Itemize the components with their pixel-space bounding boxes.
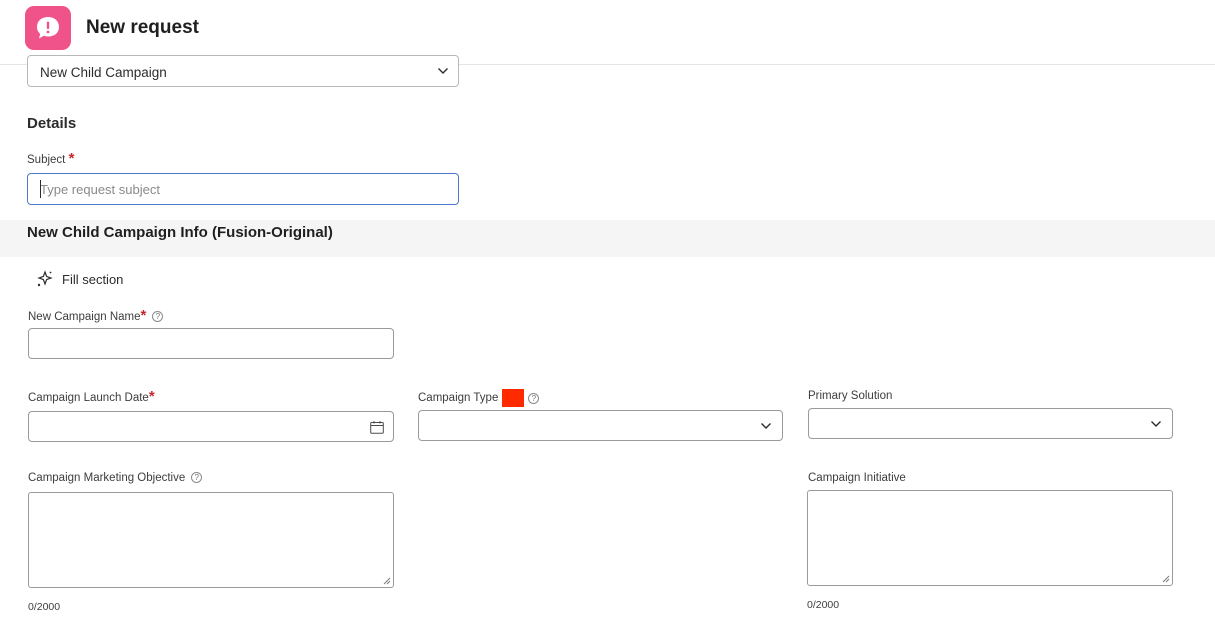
resize-handle-icon[interactable] xyxy=(1162,575,1170,583)
sparkle-icon xyxy=(37,270,53,287)
redacted-swatch xyxy=(502,389,525,407)
initiative-textarea[interactable] xyxy=(807,490,1173,586)
launch-date-label: Campaign Launch Date* xyxy=(28,388,155,405)
initiative-counter: 0/2000 xyxy=(807,599,840,611)
initiative-label: Campaign Initiative xyxy=(808,472,906,484)
calendar-icon[interactable] xyxy=(370,421,384,434)
subject-label: Subject * xyxy=(27,150,75,167)
help-icon[interactable]: ? xyxy=(152,311,164,323)
subject-input[interactable] xyxy=(27,173,459,205)
marketing-objective-counter: 0/2000 xyxy=(28,601,61,613)
required-marker: * xyxy=(68,150,75,167)
primary-solution-label: Primary Solution xyxy=(808,390,893,402)
help-icon[interactable]: ? xyxy=(528,392,540,404)
page-title: New request xyxy=(86,17,199,38)
campaign-name-label: New Campaign Name*? xyxy=(28,307,164,324)
campaign-name-input[interactable] xyxy=(28,328,394,359)
details-heading: Details xyxy=(27,115,77,132)
launch-date-input[interactable] xyxy=(28,411,394,442)
speech-bubble-alert-icon xyxy=(25,6,71,50)
chevron-down-icon xyxy=(761,423,771,429)
section-title: New Child Campaign Info (Fusion-Original… xyxy=(27,224,333,241)
campaign-type-select[interactable] xyxy=(418,410,783,441)
marketing-objective-textarea[interactable] xyxy=(28,492,394,588)
chevron-down-icon xyxy=(438,68,448,74)
fill-section-label: Fill section xyxy=(62,271,124,287)
required-marker: * xyxy=(140,307,147,324)
chevron-down-icon xyxy=(1151,421,1161,427)
resize-handle-icon[interactable] xyxy=(383,577,391,585)
request-type-select[interactable]: New Child Campaign xyxy=(27,55,459,87)
help-icon[interactable]: ? xyxy=(191,472,203,484)
marketing-objective-label: Campaign Marketing Objective? xyxy=(28,472,203,484)
fill-section-button[interactable]: Fill section xyxy=(36,268,123,290)
required-marker: * xyxy=(148,388,155,405)
primary-solution-select[interactable] xyxy=(808,408,1173,439)
request-type-value: New Child Campaign xyxy=(40,65,167,80)
text-caret xyxy=(40,180,41,198)
campaign-type-label: Campaign Type? xyxy=(418,389,540,407)
